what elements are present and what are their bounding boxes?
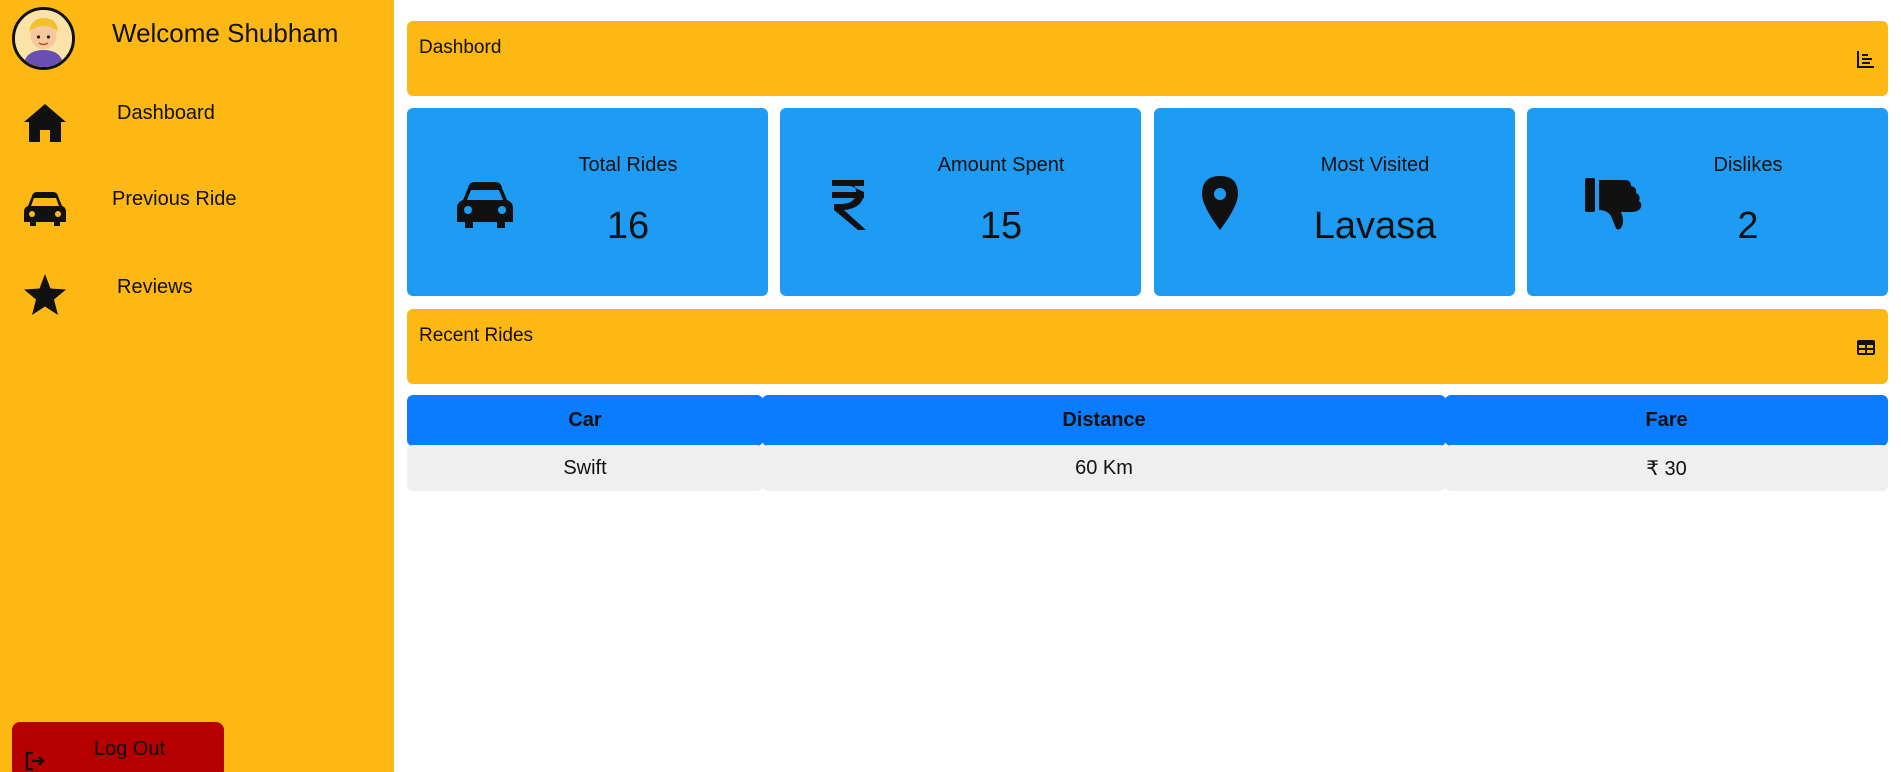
location-pin-icon (1202, 176, 1238, 230)
sidebar-item-dashboard[interactable]: Dashboard (0, 92, 394, 162)
table-cell-distance: 60 Km (762, 445, 1446, 491)
dashboard-title: Dashbord (419, 37, 502, 58)
sidebar-item-reviews[interactable]: Reviews (0, 268, 394, 338)
home-icon (24, 104, 66, 142)
table-cell-car: Swift (407, 445, 763, 491)
welcome-text: Welcome Shubham (112, 18, 339, 48)
rupee-icon (832, 180, 866, 230)
column-header-car[interactable]: Car (407, 395, 763, 446)
sidebar-item-label: Reviews (117, 276, 193, 298)
sidebar: Welcome Shubham Dashboard Previous Ride … (0, 0, 394, 772)
car-icon (24, 192, 66, 226)
logout-label: Log Out (94, 738, 166, 760)
card-value: 2 (1737, 205, 1759, 247)
stat-card-amount-spent[interactable]: Amount Spent 15 (780, 108, 1141, 296)
thumbs-down-icon (1585, 178, 1642, 230)
card-label: Dislikes (1713, 154, 1783, 176)
sidebar-item-label: Previous Ride (112, 188, 237, 210)
stat-card-total-rides[interactable]: Total Rides 16 (407, 108, 768, 296)
card-label: Amount Spent (937, 154, 1065, 176)
stat-card-dislikes[interactable]: Dislikes 2 (1527, 108, 1888, 296)
card-label: Total Rides (578, 154, 678, 176)
table-icon[interactable] (1856, 337, 1876, 357)
card-value: 16 (606, 205, 650, 247)
star-icon (24, 274, 66, 315)
car-icon (457, 182, 513, 228)
card-value: Lavasa (1313, 205, 1437, 247)
column-header-fare[interactable]: Fare (1445, 395, 1888, 446)
user-avatar-icon (15, 10, 72, 67)
chart-icon[interactable] (1856, 49, 1876, 69)
recent-rides-header: Recent Rides (407, 309, 1888, 384)
avatar[interactable] (12, 7, 75, 70)
logout-icon (25, 751, 45, 771)
recent-rides-title: Recent Rides (419, 325, 534, 346)
logout-button[interactable]: Log Out (12, 722, 224, 772)
dashboard-header: Dashbord (407, 21, 1888, 96)
column-header-distance[interactable]: Distance (762, 395, 1446, 446)
table-cell-fare: ₹ 30 (1445, 445, 1888, 491)
card-label: Most Visited (1320, 154, 1430, 176)
card-value: 15 (979, 205, 1023, 247)
sidebar-item-label: Dashboard (117, 102, 215, 124)
stat-card-most-visited[interactable]: Most Visited Lavasa (1154, 108, 1515, 296)
sidebar-item-previous-ride[interactable]: Previous Ride (0, 180, 394, 250)
